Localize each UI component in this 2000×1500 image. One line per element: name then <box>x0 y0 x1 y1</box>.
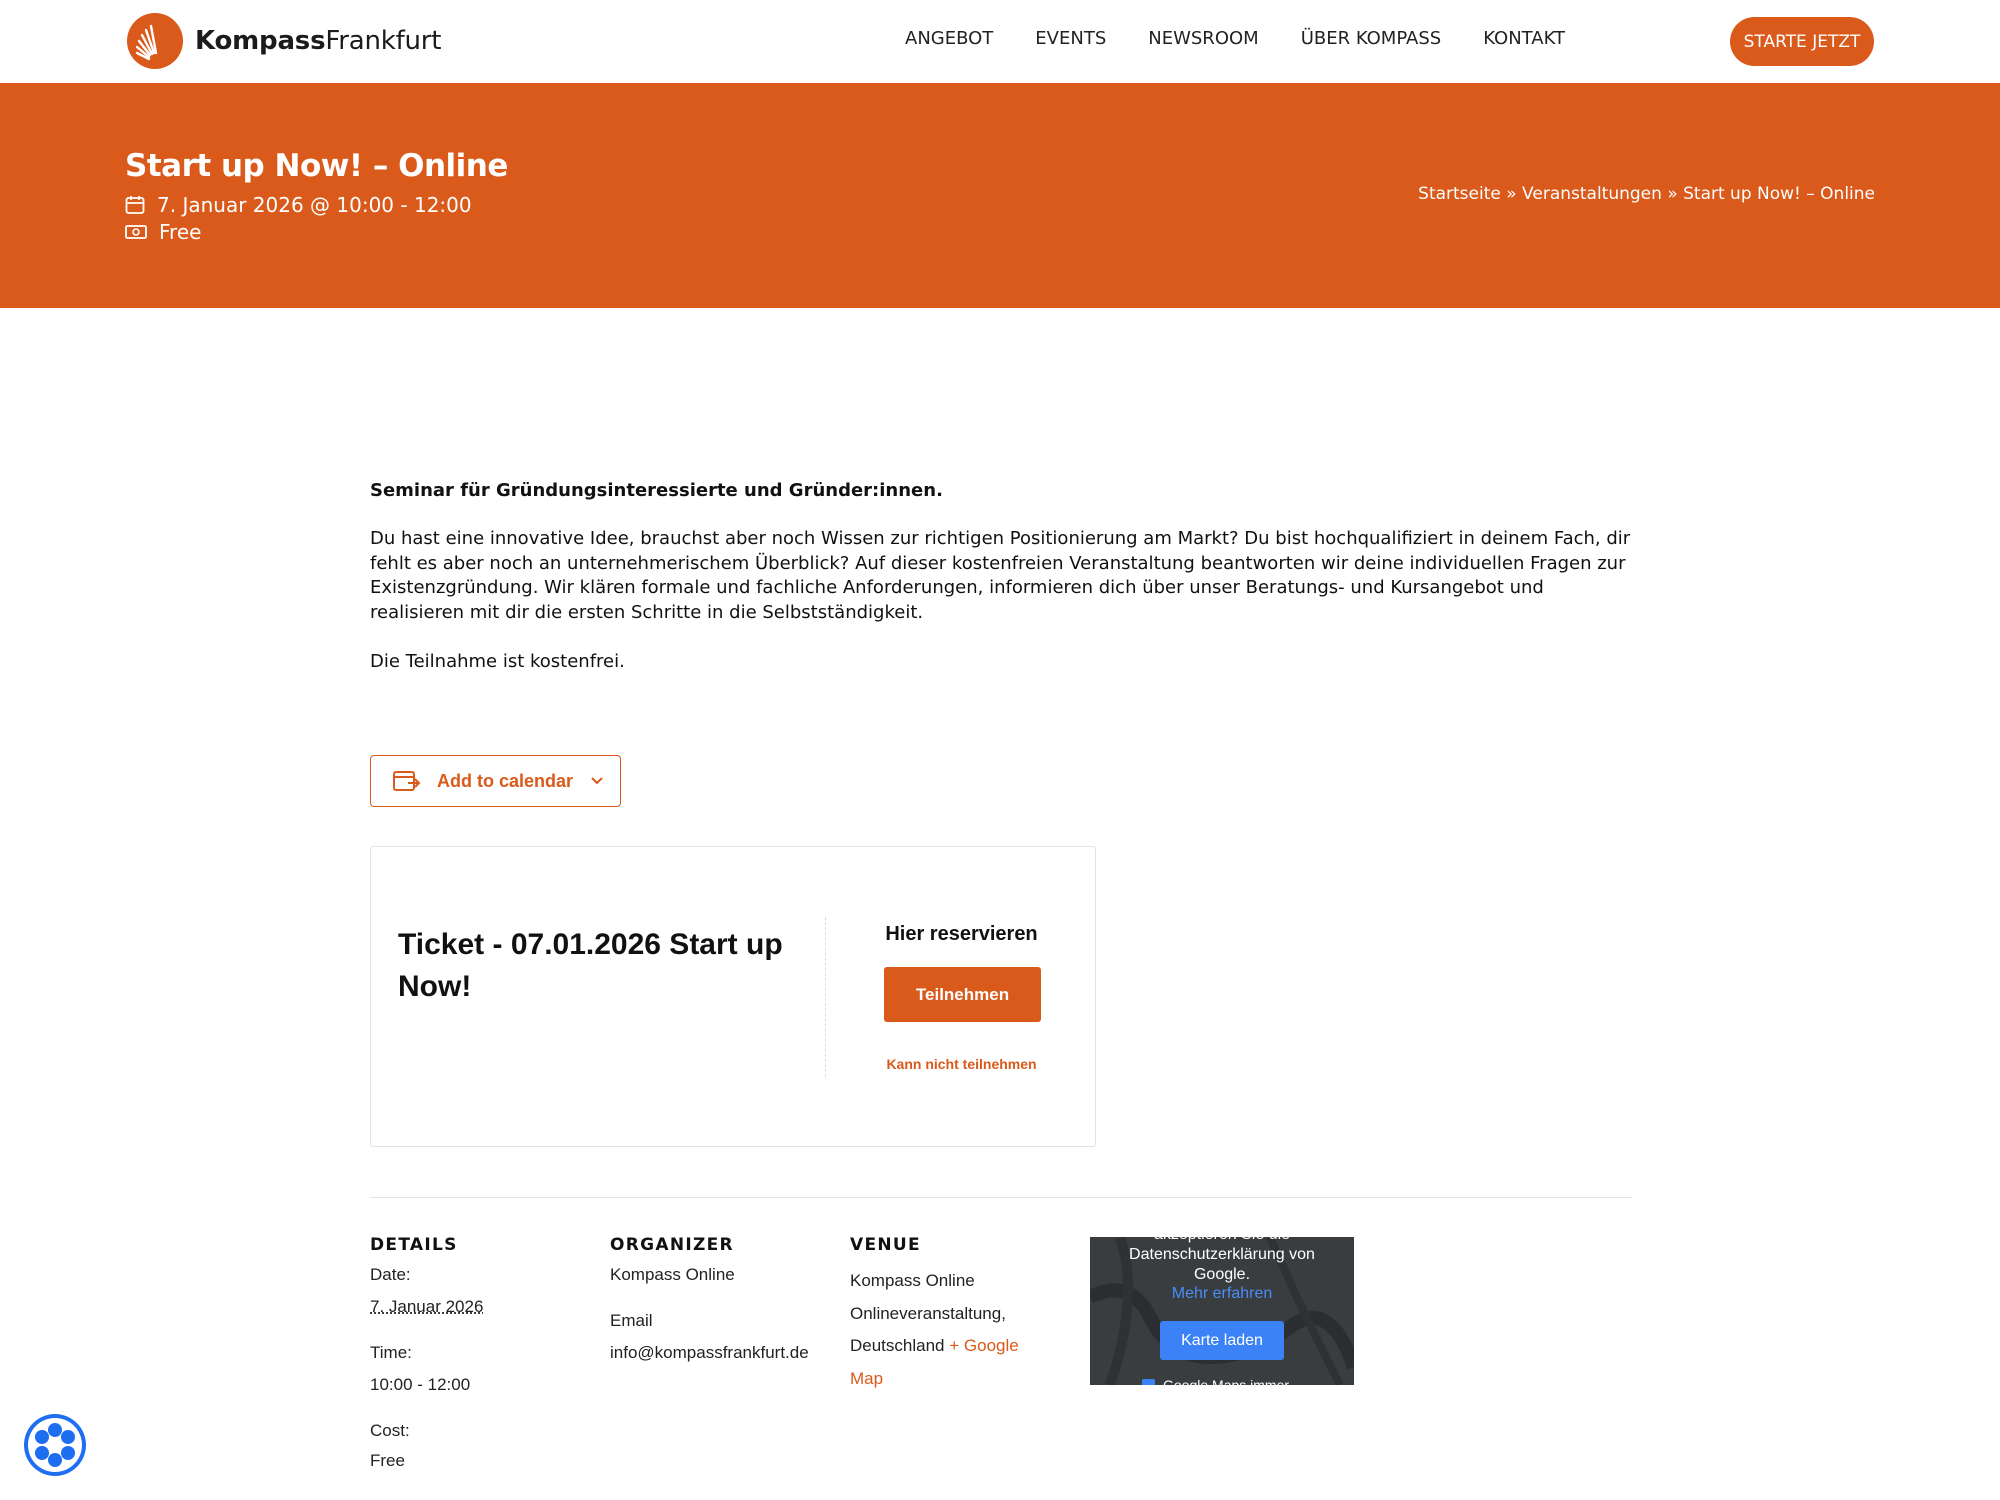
date-value: 7. Januar 2026 <box>370 1297 484 1316</box>
venue-name: Kompass Online <box>850 1271 975 1290</box>
organizer-name: Kompass Online <box>610 1265 735 1284</box>
compass-logo-icon <box>127 13 183 69</box>
organizer-section: ORGANIZER Kompass Online Email info@komp… <box>610 1235 809 1363</box>
calendar-export-icon <box>393 771 421 791</box>
logo-text: KompassFrankfurt <box>195 26 442 56</box>
calendar-icon <box>125 196 145 214</box>
venue-line3: Deutschland <box>850 1336 945 1355</box>
add-to-calendar-label: Add to calendar <box>437 770 574 791</box>
organizer-email[interactable]: info@kompassfrankfurt.de <box>610 1343 809 1363</box>
details-heading: DETAILS <box>370 1235 458 1255</box>
organizer-email-label: Email <box>610 1311 653 1330</box>
checkbox-checked-icon <box>1142 1378 1155 1385</box>
privacy-settings-button[interactable] <box>24 1414 86 1476</box>
load-map-button[interactable]: Karte laden <box>1160 1321 1284 1360</box>
venue-heading: VENUE <box>850 1235 921 1255</box>
main-nav: ANGEBOT EVENTS NEWSROOM ÜBER KOMPASS KON… <box>905 28 1607 49</box>
google-map-link-2[interactable]: Map <box>850 1369 883 1388</box>
description-paragraph: Du hast eine innovative Idee, brauchst a… <box>370 528 1631 623</box>
cookie-settings-icon <box>35 1423 75 1467</box>
event-description: Seminar für Gründungsinteressierte und G… <box>370 480 1632 672</box>
attend-button[interactable]: Teilnehmen <box>884 967 1041 1022</box>
event-date: 7. Januar 2026 @ 10:00 - 12:00 <box>157 193 472 217</box>
map-more-link[interactable]: Mehr erfahren <box>1090 1285 1354 1303</box>
breadcrumb[interactable]: Startseite » Veranstaltungen » Start up … <box>1418 184 1875 204</box>
ticket-title: Ticket - 07.01.2026 Start up Now! <box>398 928 783 1003</box>
nav-events[interactable]: EVENTS <box>1035 28 1106 49</box>
nav-ueber-kompass[interactable]: ÜBER KOMPASS <box>1301 28 1442 49</box>
chevron-down-icon <box>591 777 603 785</box>
section-divider <box>370 1197 1632 1198</box>
venue-line2: Onlineveranstaltung, <box>850 1303 1006 1323</box>
nav-angebot[interactable]: ANGEBOT <box>905 28 993 49</box>
description-lead: Seminar für Gründungsinteressierte und G… <box>370 480 943 501</box>
map-consent-box: akzeptieren Sie die Datenschutzerklärung… <box>1090 1237 1354 1385</box>
nav-newsroom[interactable]: NEWSROOM <box>1148 28 1258 49</box>
logo[interactable]: KompassFrankfurt <box>127 13 441 69</box>
cost-value: Free <box>370 1451 405 1470</box>
starte-jetzt-button[interactable]: STARTE JETZT <box>1730 17 1874 66</box>
venue-section: VENUE Kompass Online Onlineveranstaltung… <box>850 1235 1050 1395</box>
google-map-link[interactable]: + Google <box>949 1336 1018 1355</box>
reserve-heading: Hier reservieren <box>885 923 1038 945</box>
map-consent-text: akzeptieren Sie die Datenschutzerklärung… <box>1129 1237 1315 1283</box>
description-note: Die Teilnahme ist kostenfrei. <box>370 651 625 672</box>
nav-kontakt[interactable]: KONTAKT <box>1483 28 1565 49</box>
event-cost-line: Free <box>125 220 201 244</box>
date-label: Date: <box>370 1265 411 1284</box>
event-date-line: 7. Januar 2026 @ 10:00 - 12:00 <box>125 193 472 217</box>
page-title: Start up Now! – Online <box>125 148 508 184</box>
details-section: DETAILS Date: 7. Januar 2026 Time: 10:00… <box>370 1235 483 1471</box>
venue-line3-row: Deutschland + Google <box>850 1330 1050 1363</box>
time-label: Time: <box>370 1343 412 1362</box>
event-cost: Free <box>159 220 202 244</box>
decline-link[interactable]: Kann nicht teilnehmen <box>826 1056 1097 1072</box>
rsvp-ticket-card: Ticket - 07.01.2026 Start up Now! Hier r… <box>370 846 1096 1147</box>
site-header: KompassFrankfurt ANGEBOT EVENTS NEWSROOM… <box>0 0 2000 83</box>
venue-address: Kompass Online Onlineveranstaltung, Deut… <box>850 1265 1050 1395</box>
organizer-heading: ORGANIZER <box>610 1235 734 1255</box>
money-icon <box>125 225 147 239</box>
add-to-calendar-button[interactable]: Add to calendar <box>370 755 621 807</box>
time-value: 10:00 - 12:00 <box>370 1375 471 1394</box>
event-hero: Start up Now! – Online 7. Januar 2026 @ … <box>0 83 2000 308</box>
always-load-checkbox[interactable]: Google Maps immer <box>1142 1377 1289 1385</box>
cost-label: Cost: <box>370 1421 410 1440</box>
